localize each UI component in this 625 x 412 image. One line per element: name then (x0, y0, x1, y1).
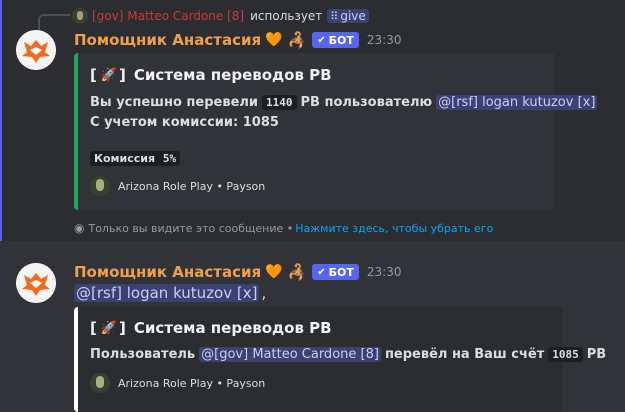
embed-footer: Arizona Role Play • Payson (90, 176, 265, 196)
amount-code: 1085 (548, 347, 583, 362)
footer-icon (90, 176, 110, 196)
author-name[interactable]: Помощник Анастасия (74, 31, 261, 49)
footer-text: Arizona Role Play • Payson (118, 179, 266, 193)
bot-avatar-2[interactable] (16, 263, 56, 303)
author-name[interactable]: Помощник Анастасия (74, 263, 261, 281)
reply-avatar[interactable] (72, 8, 88, 24)
rocket-icon: 🚀 (100, 320, 118, 336)
rocket-icon: 🚀 (100, 67, 118, 83)
ephemeral-notice: ◉ Только вы видите это сообщение • Нажми… (74, 221, 493, 235)
fox-logo-icon (16, 263, 56, 303)
timestamp[interactable]: 23:30 (367, 33, 402, 47)
embed-footer: Arizona Role Play • Payson (90, 373, 265, 393)
bot-label: БОТ (328, 33, 354, 47)
amount-code: 1140 (262, 95, 297, 110)
transfer-embed: [ 🚀 ] Система переводов PB Вы успешно пе… (74, 53, 598, 210)
embed-title-text: Система переводов PB (133, 66, 332, 84)
ephemeral-message: [gov] Matteo Cardone [8] использует ⠿ gi… (0, 0, 625, 241)
commission-value: 5% (162, 152, 177, 165)
user-mention[interactable]: @[rsf] logan kutuzov [x] (74, 284, 260, 302)
heart-icon: 🧡 (265, 32, 283, 48)
embed-title: [ 🚀 ] Система переводов PB (90, 66, 332, 84)
user-mention[interactable]: @[gov] Matteo Cardone [8] (199, 347, 381, 362)
bot-avatar[interactable] (16, 30, 56, 70)
scorpion-icon: 🦂 (287, 263, 307, 281)
message-header: Помощник Анастасия 🧡 🦂 ✔ БОТ 23:30 (74, 30, 401, 50)
reply-context[interactable]: [gov] Matteo Cardone [8] использует ⠿ gi… (72, 7, 369, 25)
command-mention[interactable]: ⠿ give (327, 9, 369, 23)
bot-badge: ✔ БОТ (312, 32, 359, 48)
message-header-2: Помощник Анастасия 🧡 🦂 ✔ БОТ 23:30 (74, 262, 401, 282)
fox-logo-icon (16, 30, 56, 70)
embed-title: [ 🚀 ] Система переводов PB (90, 319, 332, 337)
embed-line-commission: С учетом комиссии: 1085 (90, 115, 279, 130)
user-mention[interactable]: @[rsf] logan kutuzov [x] (436, 95, 598, 110)
bot-label: БОТ (328, 265, 354, 279)
embed-line-transfer: Вы успешно перевели 1140 PB пользователю… (90, 95, 598, 110)
commission-field: Комиссия 5% (90, 151, 181, 166)
footer-icon (90, 373, 110, 393)
received-embed: [ 🚀 ] Система переводов PB Пользователь … (74, 307, 606, 412)
message-content: @[rsf] logan kutuzov [x] , (74, 284, 267, 302)
embed-title-text: Система переводов PB (133, 319, 332, 337)
timestamp[interactable]: 23:30 (367, 265, 402, 279)
reply-spine (38, 14, 70, 32)
footer-text: Arizona Role Play • Payson (118, 376, 266, 390)
slash-command-icon: ⠿ (330, 9, 338, 23)
command-name: give (340, 9, 366, 23)
reply-text: использует (250, 9, 323, 23)
commission-label: Комиссия 5% (90, 151, 181, 166)
ephemeral-text: Только вы видите это сообщение • (88, 221, 294, 235)
heart-icon: 🧡 (265, 264, 283, 280)
reply-username[interactable]: [gov] Matteo Cardone [8] (92, 9, 244, 23)
eye-icon: ◉ (74, 221, 85, 235)
dismiss-link[interactable]: Нажмите здесь, чтобы убрать его (295, 222, 493, 235)
embed-line-received: Пользователь @[gov] Matteo Cardone [8] п… (90, 347, 607, 362)
scorpion-icon: 🦂 (287, 31, 307, 49)
verified-check-icon: ✔ (317, 34, 326, 46)
bot-badge: ✔ БОТ (312, 264, 359, 280)
verified-check-icon: ✔ (317, 266, 326, 278)
